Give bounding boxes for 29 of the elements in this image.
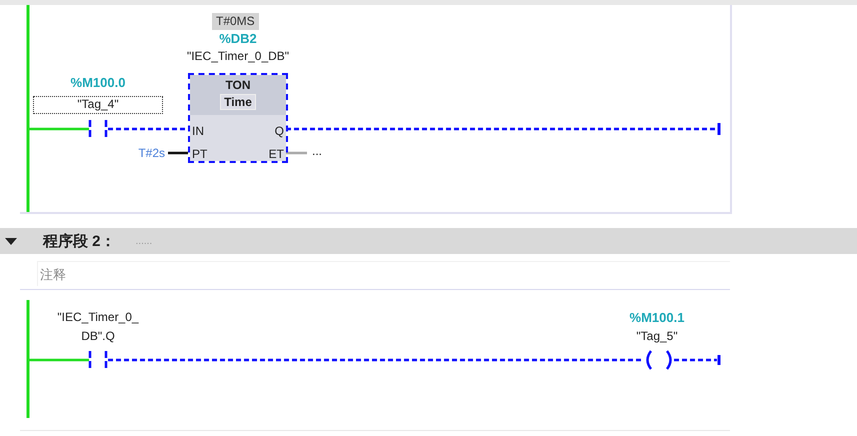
coil-address: %M100.1 <box>628 310 686 325</box>
block-type: TON <box>225 78 251 92</box>
timer-value: T#0MS <box>212 13 259 30</box>
pin-label: IN <box>191 124 205 138</box>
wire <box>286 152 307 154</box>
contact-operand[interactable]: "IEC_Timer_0_ DB".Q <box>0 308 198 346</box>
pin-label: PT <box>191 147 208 161</box>
db-address: %DB2 <box>218 31 258 46</box>
contact-icon[interactable] <box>88 351 108 369</box>
network-title: 程序段 2： <box>43 232 116 250</box>
contact-address: %M100.0 <box>70 75 126 90</box>
wire <box>28 128 89 130</box>
coil-operand[interactable]: "Tag_5" <box>557 329 757 344</box>
wire <box>168 152 188 154</box>
pin-label: Q <box>274 124 285 138</box>
wire <box>28 358 89 362</box>
end-mark <box>718 123 720 135</box>
instance-db-name[interactable]: "IEC_Timer_0_DB" <box>138 49 338 64</box>
collapse-icon[interactable] <box>4 236 18 246</box>
timer-block[interactable]: TON Time IN Q PT ET <box>188 73 288 163</box>
preset-time[interactable]: T#2s <box>138 146 165 161</box>
elapsed-time-operand[interactable]: ... <box>312 144 322 159</box>
comment-field[interactable]: 注释 <box>37 261 730 286</box>
contact-operand[interactable]: "Tag_4" <box>33 96 163 114</box>
coil-icon[interactable] <box>646 350 672 370</box>
data-type[interactable]: Time <box>220 94 256 110</box>
pin-label: ET <box>268 147 285 161</box>
contact-icon[interactable] <box>88 120 108 138</box>
end-mark <box>718 355 720 365</box>
